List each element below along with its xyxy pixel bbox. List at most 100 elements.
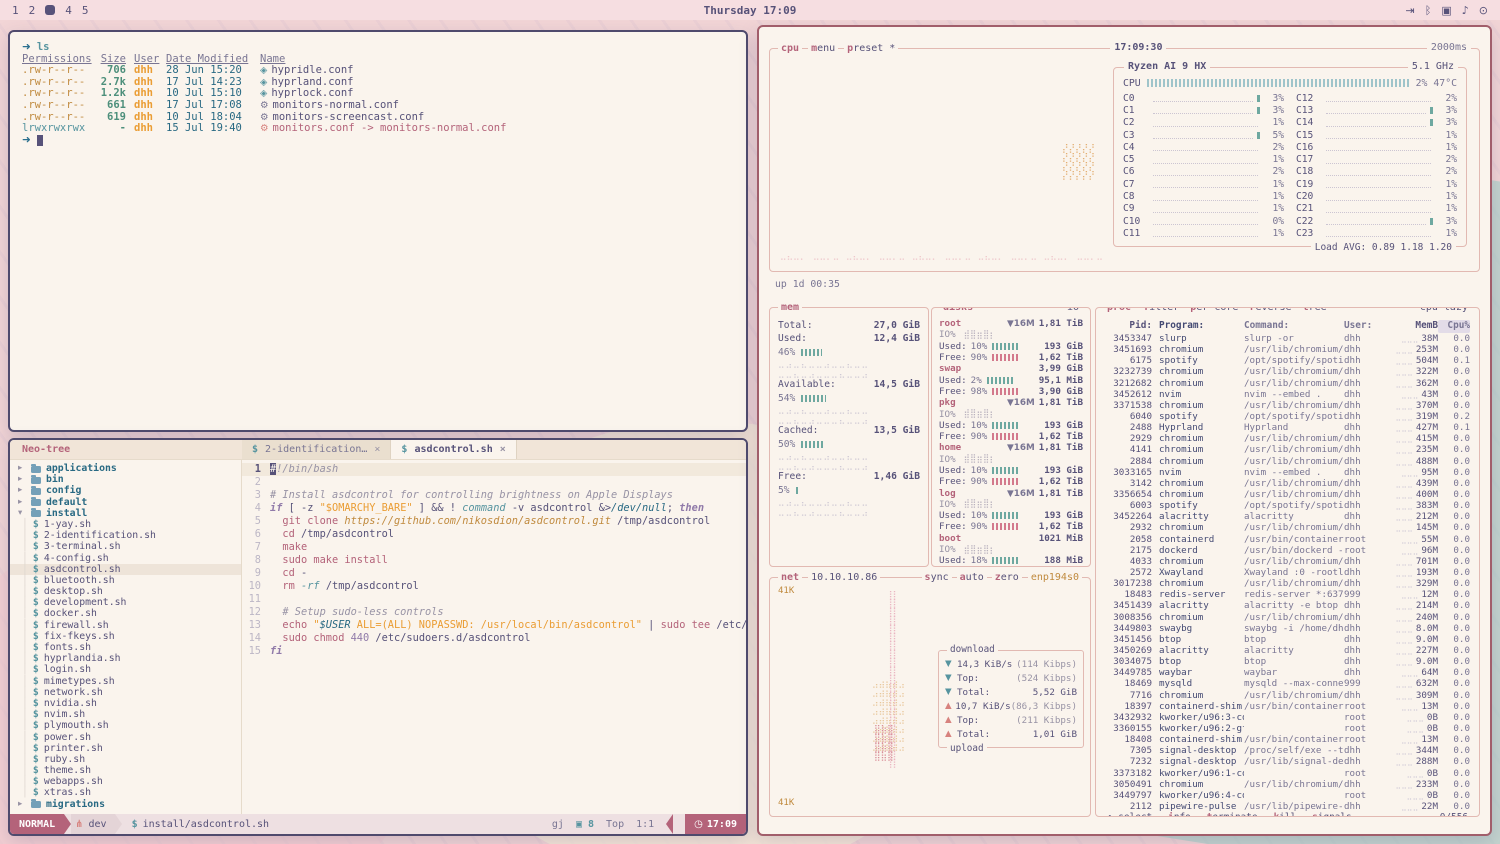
process-row[interactable]: 4033chromium/usr/lib/chromium/dhh⣀⣀⣀701M… — [1102, 556, 1473, 567]
process-row[interactable]: 2884chromium/usr/lib/chromium/dhh⣀⣀⣀488M… — [1102, 456, 1473, 467]
proc-header-Command[interactable]: Command: — [1244, 320, 1344, 333]
process-row[interactable]: 3356654chromium/usr/lib/chromium/dhh⣀⣀⣀4… — [1102, 489, 1473, 500]
cpu-box-title[interactable]: cpu — [778, 43, 802, 54]
tree-item-config[interactable]: ▸config — [10, 485, 241, 496]
process-row[interactable]: 3452612nvimnvim --embed .dhh⣀⣀⣀43M0.0 — [1102, 389, 1473, 400]
process-row[interactable]: 2112pipewire-pulse/usr/lib/pipewire-dhh⣀… — [1102, 801, 1473, 812]
process-row[interactable]: 3450269alacrittyalacrittydhh⣀⣀⣀227M0.0 — [1102, 645, 1473, 656]
process-row[interactable]: 2572XwaylandXwayland :0 -rootldhh⣀⣀⣀193M… — [1102, 567, 1473, 578]
process-row[interactable]: 3232739chromium/usr/lib/chromium/dhh⣀⣀⣀3… — [1102, 366, 1473, 377]
process-row[interactable]: 2488HyprlandHyprlanddhh⣀⣀⣀427M0.1 — [1102, 422, 1473, 433]
tree-item-theme.sh[interactable]: │$theme.sh — [10, 765, 241, 776]
tree-item-fix-fkeys.sh[interactable]: │$fix-fkeys.sh — [10, 631, 241, 642]
process-row[interactable]: 3360155kworker/u96:2-gfroot⣀⣀⣀0B0.0 — [1102, 723, 1473, 734]
process-row[interactable]: 6040spotify/opt/spotify/spotidhh⣀⣀⣀319M0… — [1102, 411, 1473, 422]
btop-preset-button[interactable]: preset * — [844, 43, 898, 54]
proc-filter-button[interactable]: filter — [1140, 307, 1182, 313]
display-icon[interactable]: ▣ — [1441, 4, 1451, 17]
process-row[interactable]: 7716chromium/usr/lib/chromium/dhh⣀⣀⣀309M… — [1102, 690, 1473, 701]
tree-item-hyprlandia.sh[interactable]: │$hyprlandia.sh — [10, 653, 241, 664]
process-row[interactable]: 3449785waybarwaybardhh⣀⣀⣀64M0.0 — [1102, 667, 1473, 678]
tree-item-webapps.sh[interactable]: │$webapps.sh — [10, 776, 241, 787]
process-row[interactable]: 7305signal-desktop/proc/self/exe --tdhh⣀… — [1102, 745, 1473, 756]
tree-item-asdcontrol.sh[interactable]: │$asdcontrol.sh — [10, 564, 241, 575]
tree-item-fonts.sh[interactable]: │$fonts.sh — [10, 642, 241, 653]
update-interval[interactable]: 2000ms — [1427, 42, 1471, 53]
process-row[interactable]: 3033165nvimnvim --embed .dhh⣀⣀⣀95M0.0 — [1102, 467, 1473, 478]
terminal-window[interactable]: ➜ ls PermissionsSizeUserDate ModifiedNam… — [8, 30, 748, 432]
process-row[interactable]: 3451439alacrittyalacritty -e btopdhh⣀⣀⣀2… — [1102, 600, 1473, 611]
tree-item-1-yay.sh[interactable]: │$1-yay.sh — [10, 519, 241, 530]
mem-box-title[interactable]: mem — [778, 302, 802, 313]
process-row[interactable]: 2932chromium/usr/lib/chromium/dhh⣀⣀⣀145M… — [1102, 522, 1473, 533]
process-row[interactable]: 3453347slurpslurp -ordhh⣀⣀⣀38M0.0 — [1102, 333, 1473, 344]
net-auto-button[interactable]: auto — [957, 572, 987, 583]
process-row[interactable]: 18408containerd-shim/usr/bin/containerro… — [1102, 734, 1473, 745]
process-table-header[interactable]: Pid:Program:Command:User:MemBCpu% — [1102, 320, 1473, 333]
screencast-icon[interactable]: ⇥ — [1406, 4, 1415, 17]
tree-item-2-identification.sh[interactable]: │$2-identification.sh — [10, 530, 241, 541]
proc-terminate-button[interactable]: terminate — [1204, 812, 1261, 817]
tree-item-nvim.sh[interactable]: │$nvim.sh — [10, 709, 241, 720]
process-row[interactable]: 6003spotify/opt/spotify/spotidhh⣀⣀⣀383M0… — [1102, 500, 1473, 511]
tree-item-desktop.sh[interactable]: │$desktop.sh — [10, 586, 241, 597]
net-sync-button[interactable]: sync — [922, 572, 952, 583]
disks-box-title[interactable]: disks — [940, 307, 976, 313]
tree-item-ruby.sh[interactable]: │$ruby.sh — [10, 754, 241, 765]
tree-item-4-config.sh[interactable]: │$4-config.sh — [10, 553, 241, 564]
code-editor[interactable]: 1#!/bin/bash23# Install asdcontrol for c… — [242, 460, 746, 814]
process-row[interactable]: 3449797kworker/u96:4-coroot⣀⣀⣀0B0.0 — [1102, 790, 1473, 801]
proc-kill-button[interactable]: kill — [1271, 812, 1300, 817]
tree-item-network.sh[interactable]: │$network.sh — [10, 687, 241, 698]
tree-item-default[interactable]: ▸default — [10, 497, 241, 508]
process-row[interactable]: 2929chromium/usr/lib/chromium/dhh⣀⣀⣀415M… — [1102, 433, 1473, 444]
select-button[interactable]: ↑ select — [1104, 812, 1155, 817]
proc-info-button[interactable]: info — [1165, 812, 1194, 817]
volume-icon[interactable]: ♪ — [1462, 4, 1469, 17]
process-row[interactable]: 3034075btopbtopdhh⣀⣀⣀9.0M0.0 — [1102, 656, 1473, 667]
process-row[interactable]: 3452264alacrittyalacrittydhh⣀⣀⣀212M0.0 — [1102, 511, 1473, 522]
tab-close-icon[interactable]: × — [500, 444, 506, 455]
tree-item-applications[interactable]: ▸applications — [10, 463, 241, 474]
tree-item-bluetooth.sh[interactable]: │$bluetooth.sh — [10, 575, 241, 586]
proc-signals-button[interactable]: signals — [1309, 812, 1355, 817]
process-row[interactable]: 18397containerd-shim/usr/bin/containerro… — [1102, 701, 1473, 712]
tree-item-3-terminal.sh[interactable]: │$3-terminal.sh — [10, 541, 241, 552]
workspace-5[interactable]: 5 — [82, 4, 89, 17]
process-row[interactable]: 3008356chromium/usr/lib/chromium/dhh⣀⣀⣀2… — [1102, 612, 1473, 623]
process-row[interactable]: 2175dockerd/usr/bin/dockerd -root⣀⣀⣀96M0… — [1102, 545, 1473, 556]
net-interface[interactable]: enp194s0 — [1028, 572, 1082, 583]
tree-item-nvidia.sh[interactable]: │$nvidia.sh — [10, 698, 241, 709]
proc-tree-button[interactable]: tree — [1300, 307, 1330, 313]
net-box-title[interactable]: net — [778, 572, 802, 583]
process-row[interactable]: 4141chromium/usr/lib/chromium/dhh⣀⣀⣀235M… — [1102, 444, 1473, 455]
editor-tab-asdcontrol-sh[interactable]: $asdcontrol.sh× — [391, 440, 516, 459]
process-row[interactable]: 2058containerd/usr/bin/containerroot⣀⣀⣀5… — [1102, 534, 1473, 545]
proc-per-core-button[interactable]: per-core — [1187, 307, 1241, 313]
process-row[interactable]: 6175spotify/opt/spotify/spotidhh⣀⣀⣀504M0… — [1102, 355, 1473, 366]
proc-sort-selector[interactable]: cpu lazy — [1417, 307, 1471, 313]
workspace-2[interactable]: 2 — [29, 4, 36, 17]
workspace-1[interactable]: 1 — [12, 4, 19, 17]
tab-close-icon[interactable]: × — [374, 444, 380, 455]
power-icon[interactable]: ⊙ — [1479, 4, 1488, 17]
process-row[interactable]: 3451693chromium/usr/lib/chromium/dhh⣀⣀⣀2… — [1102, 344, 1473, 355]
tree-item-power.sh[interactable]: │$power.sh — [10, 732, 241, 743]
process-row[interactable]: 18469mysqldmysqld --max-conne999⣀⣀⣀632M0… — [1102, 678, 1473, 689]
io-mode-button[interactable]: io — [1064, 307, 1082, 313]
tree-item-bin[interactable]: ▸bin — [10, 474, 241, 485]
proc-header-User[interactable]: User: — [1344, 320, 1376, 333]
process-row[interactable]: 3017238chromium/usr/lib/chromium/dhh⣀⣀⣀3… — [1102, 578, 1473, 589]
editor-tab-2-identification-[interactable]: $2-identification…× — [242, 440, 391, 459]
workspace-3-active[interactable] — [45, 5, 55, 15]
process-row[interactable]: 3451456btopbtopdhh⣀⣀⣀9.0M0.0 — [1102, 634, 1473, 645]
process-row[interactable]: 3050491chromium/usr/lib/chromium/dhh⣀⣀⣀2… — [1102, 779, 1473, 790]
tree-item-docker.sh[interactable]: │$docker.sh — [10, 608, 241, 619]
proc-header-Program[interactable]: Program: — [1152, 320, 1244, 333]
tree-item-login.sh[interactable]: │$login.sh — [10, 664, 241, 675]
process-row[interactable]: 3373182kworker/u96:1-coroot⣀⣀⣀0B0.0 — [1102, 767, 1473, 778]
process-row[interactable]: 7232signal-desktop/usr/lib/signal-dedhh⣀… — [1102, 756, 1473, 767]
proc-box-title[interactable]: proc — [1104, 307, 1134, 313]
tree-item-plymouth.sh[interactable]: │$plymouth.sh — [10, 720, 241, 731]
tree-item-migrations[interactable]: ▸migrations — [10, 799, 241, 810]
